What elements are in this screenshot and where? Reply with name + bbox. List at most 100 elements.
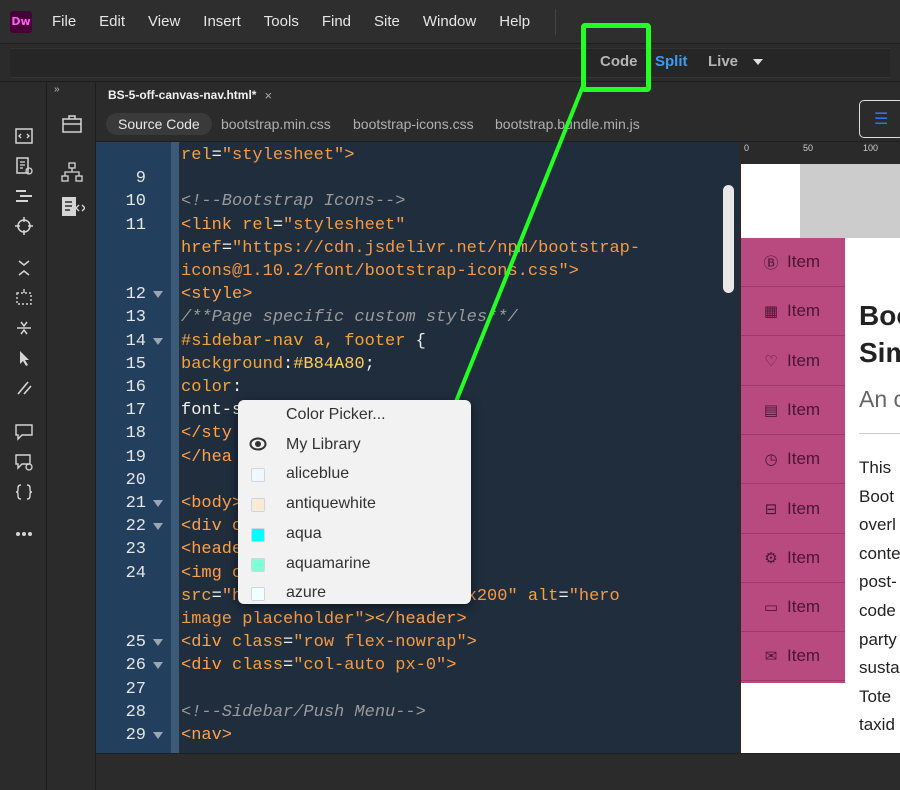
sidebar-nav-item[interactable]: ◷ Item [741, 435, 845, 485]
code-token: <heade [181, 540, 243, 560]
sidebar-nav-item-label: Item [787, 547, 821, 567]
color-picker-item-label: aqua [286, 524, 322, 542]
menu-toggle-button[interactable]: ☰ [859, 100, 900, 138]
line-number: 28 [125, 702, 146, 722]
menu-tools[interactable]: Tools [264, 13, 299, 30]
line-number: 12 [125, 285, 146, 305]
color-picker-item[interactable]: aqua [238, 520, 471, 550]
insert-panel-icon[interactable] [61, 114, 82, 134]
fold-toggle-icon[interactable] [153, 662, 163, 670]
dom-panel-icon[interactable] [61, 162, 83, 182]
code-token: font-s [181, 401, 243, 421]
related-file-bootstrap-css[interactable]: bootstrap.min.css [221, 116, 331, 132]
sidebar-nav: Ⓑ Item ▦ Item ♡ Item ▤ Item ◷ Item ⊟ Item ⚙ Item ▭ Item… [741, 238, 845, 683]
code-token: <!--Bootstrap Icons--> [181, 192, 406, 212]
menu-view[interactable]: View [148, 13, 180, 30]
code-text: #sidebar-nav a, footer { [181, 330, 426, 353]
editor-scrollbar[interactable] [723, 185, 734, 293]
sidebar-nav-item[interactable]: ⊟ Item [741, 485, 845, 534]
preview-paragraph-line: Tote [859, 686, 892, 706]
document-tab[interactable]: BS-5-off-canvas-nav.html* × [96, 82, 284, 108]
line-number: 21 [125, 494, 146, 513]
color-picker-item[interactable]: aquamarine [238, 550, 471, 580]
fold-toggle-icon[interactable] [153, 337, 163, 345]
color-picker-item[interactable]: aliceblue [238, 460, 471, 490]
sidebar-nav-item-label: Item [787, 350, 821, 370]
color-picker-item[interactable]: Color Picker... [238, 401, 471, 431]
fold-toggle-icon[interactable] [153, 639, 163, 647]
cursor-icon[interactable] [14, 348, 34, 368]
hero-image-placeholder [800, 164, 900, 238]
select-parent-icon[interactable] [14, 288, 34, 308]
wrap-tag-icon[interactable] [14, 378, 34, 398]
collapse-icon[interactable] [14, 318, 34, 338]
menu-file[interactable]: File [52, 13, 76, 30]
menu-insert[interactable]: Insert [203, 13, 241, 30]
code-text: /**Page specific custom styles**/ [181, 306, 518, 329]
sidebar-nav-item[interactable]: ▤ Item [741, 386, 845, 435]
preview-divider [859, 433, 900, 434]
sidebar-nav-item-label: Item [787, 252, 821, 271]
code-token: <img [181, 563, 233, 583]
color-swatch [251, 587, 265, 602]
preview-heading-line-2: Sim [859, 337, 900, 368]
code-hint-icon[interactable] [14, 482, 34, 502]
file-management-icon[interactable] [14, 156, 34, 176]
menu-edit[interactable]: Edit [99, 13, 125, 30]
line-number: 22 [125, 517, 146, 537]
fold-toggle-icon[interactable] [153, 291, 163, 299]
cc-library-icon [249, 437, 267, 455]
fold-toggle-icon[interactable] [153, 732, 163, 739]
sidebar-nav-item-label: Item [787, 301, 821, 321]
sidebar-nav-item[interactable]: ✉ Item [741, 632, 845, 682]
code-text: </hea [181, 446, 232, 469]
code-text: <img c [181, 562, 242, 585]
color-picker-item[interactable]: azure [238, 579, 471, 604]
related-file-bootstrap-icons-css[interactable]: bootstrap-icons.css [353, 116, 474, 132]
format-source-icon[interactable] [14, 186, 34, 206]
open-documents-icon[interactable] [14, 126, 34, 146]
close-tab-icon[interactable]: × [264, 88, 272, 103]
menu-find[interactable]: Find [322, 13, 351, 30]
code-token: <div [181, 517, 233, 537]
menu-site[interactable]: Site [374, 13, 400, 30]
sidebar-nav-item[interactable]: ▭ Item [741, 583, 845, 633]
sidebar-nav-item-label: Item [787, 399, 821, 419]
sidebar-nav-item-label: Item [787, 646, 821, 666]
expand-icon[interactable] [14, 258, 34, 278]
code-token: image placeholder" [181, 610, 365, 629]
sidebar-nav-item[interactable]: ▦ Item [741, 287, 845, 337]
sidebar-nav-item[interactable]: ⚙ Item [741, 534, 845, 583]
split-view-button[interactable]: Split [655, 53, 688, 70]
fold-toggle-icon[interactable] [153, 523, 163, 531]
line-number: 23 [125, 540, 146, 560]
comment-icon[interactable] [14, 422, 34, 442]
related-file-source-code[interactable]: Source Code [106, 113, 212, 135]
live-view-button[interactable]: Live [708, 53, 738, 70]
color-swatch [251, 468, 265, 483]
sidebar-nav-item[interactable]: ♡ Item [741, 337, 845, 386]
snippets-panel-icon[interactable] [61, 196, 86, 216]
remove-comment-icon[interactable] [14, 452, 34, 472]
code-token: <!--Sidebar/Push Menu--> [181, 702, 426, 722]
color-picker-item[interactable]: My Library [238, 431, 471, 461]
sidebar-nav-item-label: Item [787, 498, 821, 518]
preview-paragraph-line: This [859, 458, 892, 477]
fold-toggle-icon[interactable] [153, 500, 163, 507]
code-token: #B84A80 [293, 354, 365, 374]
code-text: href="https://cdn.jsdelivr.net/npm/boots… [181, 237, 640, 260]
more-tools-icon[interactable] [14, 524, 34, 544]
expand-panels-icon[interactable]: » [54, 84, 60, 95]
code-token: = [558, 586, 569, 606]
live-view-dropdown-icon[interactable] [753, 59, 763, 65]
sidebar-nav-item[interactable]: Ⓑ Item [741, 238, 845, 287]
code-text: <div class="col-auto px-0"> [181, 654, 456, 677]
color-picker-item[interactable]: antiquewhite [238, 490, 471, 520]
code-token: = [211, 146, 222, 165]
target-icon[interactable] [14, 216, 34, 236]
related-file-bootstrap-bundle-js[interactable]: bootstrap.bundle.min.js [495, 116, 640, 132]
menu-help[interactable]: Help [499, 13, 530, 30]
menu-window[interactable]: Window [423, 13, 476, 30]
gear-icon: ⚙ [764, 549, 778, 567]
code-text: image placeholder"></header> [181, 608, 467, 631]
